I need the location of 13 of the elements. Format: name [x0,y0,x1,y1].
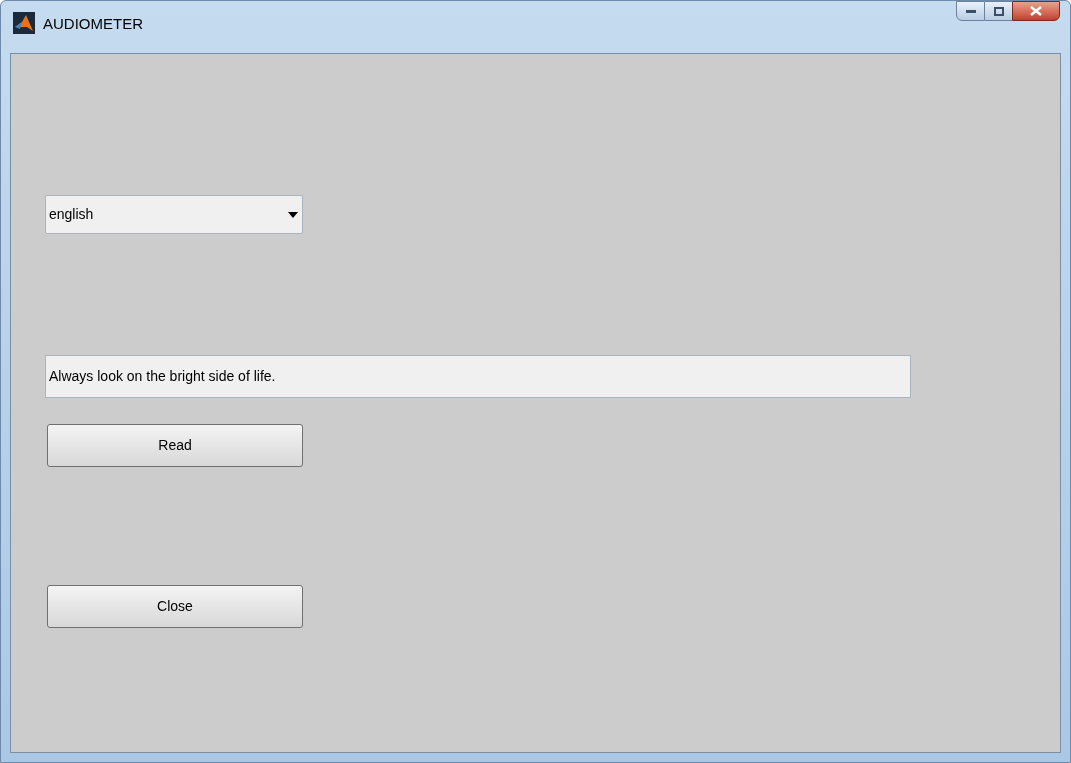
language-dropdown[interactable]: english [45,195,303,234]
maximize-button[interactable] [985,1,1012,21]
minimize-icon [965,9,976,13]
maximize-icon [993,6,1004,16]
close-icon [1030,6,1042,16]
dropdown-arrow-icon [288,211,298,218]
push-button[interactable]: Close [47,585,303,628]
push-button[interactable]: Read [47,424,303,467]
app-icon [13,12,35,34]
minimize-button[interactable] [956,1,985,21]
text-field[interactable]: Always look on the bright side of life. [45,355,911,398]
close-window-button[interactable] [1012,1,1060,21]
window-title: AUDIOMETER [43,14,143,34]
